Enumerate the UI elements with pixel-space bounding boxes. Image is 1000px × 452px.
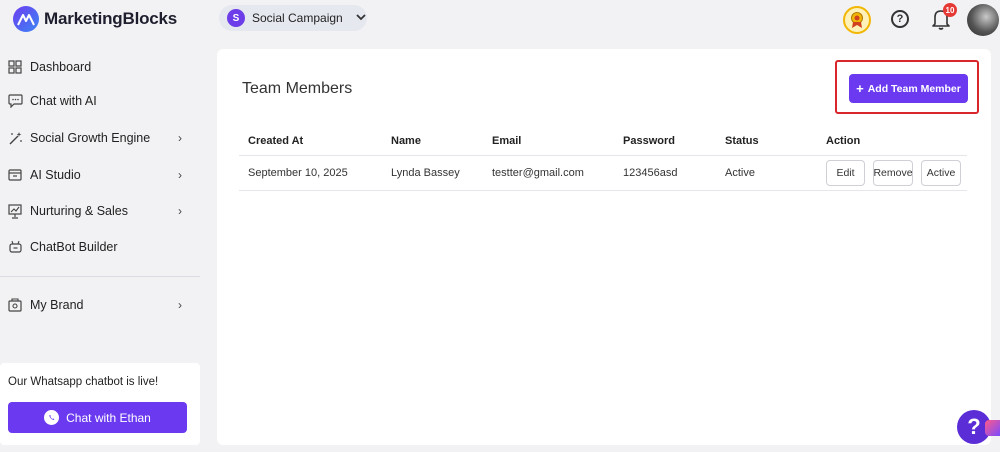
sidebar-item-dashboard[interactable]: Dashboard <box>0 52 200 82</box>
sidebar-item-ai-studio[interactable]: AI Studio › <box>0 160 200 190</box>
top-bar: MarketingBlocks S Social Campaign ? 10 <box>0 0 1000 40</box>
robot-icon <box>7 239 23 255</box>
sidebar-item-label: Dashboard <box>30 60 92 74</box>
sidebar-item-chatbot-builder[interactable]: ChatBot Builder <box>0 232 200 262</box>
whatsapp-promo-card: Our Whatsapp chatbot is live! Chat with … <box>0 363 200 445</box>
help-icon[interactable]: ? <box>891 10 909 28</box>
remove-button[interactable]: Remove <box>873 160 913 186</box>
team-members-panel: Team Members + Add Team Member Created A… <box>217 49 991 445</box>
cell-status: Active <box>725 167 755 179</box>
active-button[interactable]: Active <box>921 160 961 186</box>
add-team-member-label: Add Team Member <box>867 82 961 95</box>
widget-tab-icon[interactable] <box>985 420 1000 436</box>
edit-button[interactable]: Edit <box>826 160 865 186</box>
chat-with-ethan-button[interactable]: Chat with Ethan <box>8 402 187 433</box>
plus-icon: + <box>856 81 864 96</box>
grid-icon <box>7 59 23 75</box>
sidebar-item-label: Social Growth Engine <box>30 131 151 145</box>
column-header-password: Password <box>623 135 675 147</box>
table-header-divider <box>239 155 967 156</box>
chat-icon <box>7 93 23 109</box>
cell-name: Lynda Bassey <box>391 167 460 179</box>
cell-email: testter@gmail.com <box>492 167 584 179</box>
magic-wand-icon <box>7 130 23 146</box>
sidebar-item-label: My Brand <box>30 298 84 312</box>
sidebar-item-label: Chat with AI <box>30 94 97 108</box>
campaign-selector[interactable]: S Social Campaign <box>219 5 367 31</box>
chevron-right-icon: › <box>178 168 182 182</box>
chevron-right-icon: › <box>178 298 182 312</box>
brand-name: MarketingBlocks <box>44 9 178 28</box>
medal-icon[interactable] <box>843 6 871 34</box>
notification-badge: 10 <box>943 3 957 17</box>
sidebar-item-chat-with-ai[interactable]: Chat with AI <box>0 86 200 116</box>
page-title: Team Members <box>242 80 353 97</box>
add-team-member-button[interactable]: + Add Team Member <box>849 74 968 103</box>
chevron-down-icon <box>356 13 366 24</box>
cell-password: 123456asd <box>623 167 678 179</box>
campaign-avatar: S <box>227 9 245 27</box>
column-header-status: Status <box>725 135 759 147</box>
sidebar-item-social-growth-engine[interactable]: Social Growth Engine › <box>0 123 200 153</box>
column-header-name: Name <box>391 135 421 147</box>
logo-mark-icon <box>13 6 39 32</box>
studio-icon <box>7 167 23 183</box>
brand-logo[interactable]: MarketingBlocks <box>13 6 177 32</box>
chat-with-ethan-label: Chat with Ethan <box>66 410 151 425</box>
brand-icon <box>7 297 23 313</box>
sidebar-item-nurturing-sales[interactable]: Nurturing & Sales › <box>0 196 200 226</box>
column-header-email: Email <box>492 135 522 147</box>
column-header-created-at: Created At <box>248 135 304 147</box>
promo-text: Our Whatsapp chatbot is live! <box>8 376 159 388</box>
user-avatar[interactable] <box>967 4 999 36</box>
presentation-icon <box>7 203 23 219</box>
table-row-divider <box>239 190 967 191</box>
whatsapp-icon <box>44 410 60 425</box>
column-header-action: Action <box>826 135 861 147</box>
sidebar-divider <box>0 276 200 277</box>
chevron-right-icon: › <box>178 131 182 145</box>
sidebar-item-my-brand[interactable]: My Brand › <box>0 290 200 320</box>
cell-created-at: September 10, 2025 <box>248 167 348 179</box>
sidebar: Dashboard Chat with AI Social Growth Eng… <box>0 48 205 452</box>
sidebar-item-label: ChatBot Builder <box>30 240 118 254</box>
campaign-name: Social Campaign <box>252 11 343 25</box>
sidebar-item-label: Nurturing & Sales <box>30 204 128 218</box>
chevron-right-icon: › <box>178 204 182 218</box>
sidebar-item-label: AI Studio <box>30 168 81 182</box>
